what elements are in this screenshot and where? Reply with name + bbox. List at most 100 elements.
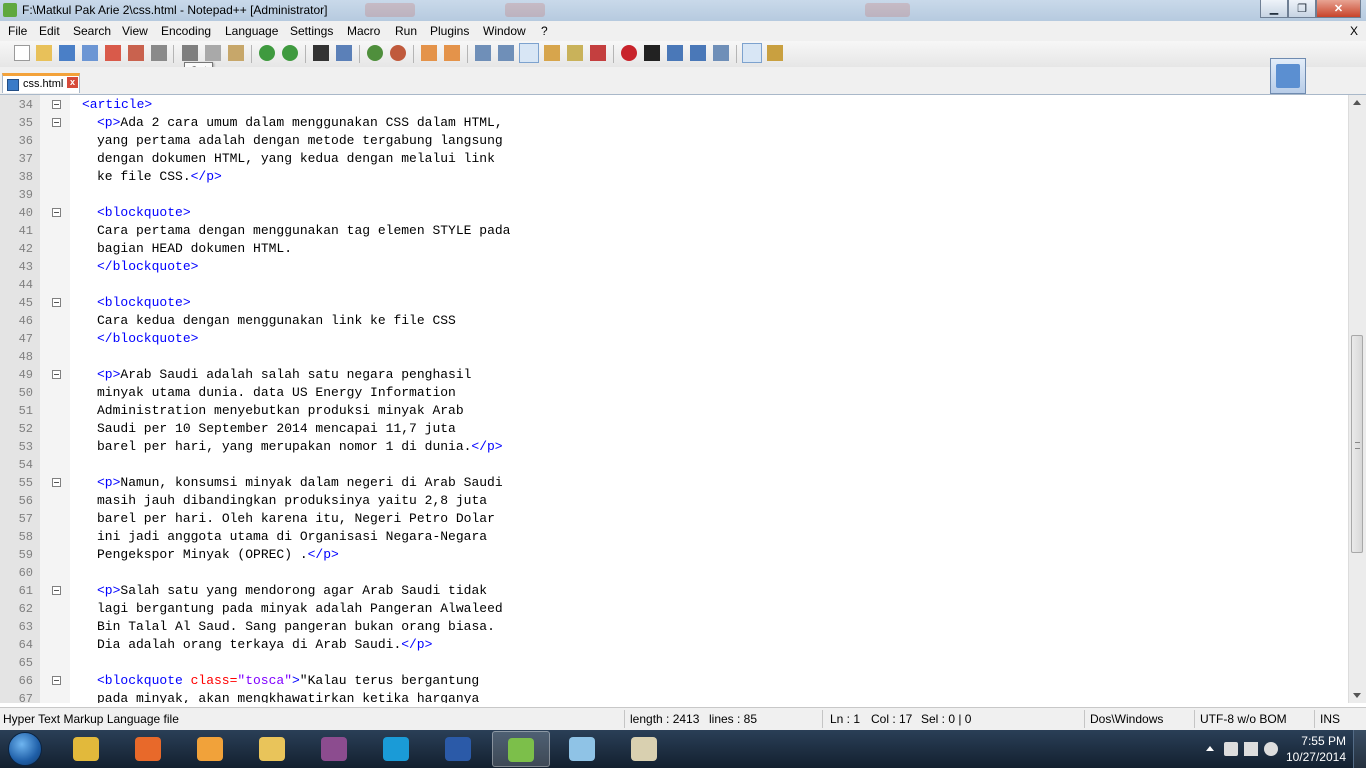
cut-icon[interactable] — [182, 45, 198, 61]
menu-edit[interactable]: Edit — [39, 24, 60, 38]
run-macro-multiple-icon[interactable] — [690, 45, 706, 61]
fold-toggle-icon[interactable] — [52, 478, 61, 487]
code-line[interactable]: 35 <p> Ada 2 cara umum dalam menggunakan C… — [0, 114, 1346, 132]
find-icon[interactable] — [313, 45, 329, 61]
new-file-icon[interactable] — [14, 45, 30, 61]
zoom-out-icon[interactable] — [390, 45, 406, 61]
maximize-button[interactable]: ❐ — [1288, 0, 1316, 18]
code-line[interactable]: 37 dengan dokumen HTML, yang kedua dengan… — [0, 150, 1346, 168]
code-line[interactable]: 60 — [0, 564, 1346, 582]
code-line[interactable]: 54 — [0, 456, 1346, 474]
print-icon[interactable] — [151, 45, 167, 61]
action-center-icon[interactable] — [1224, 742, 1238, 756]
close-file-icon[interactable] — [105, 45, 121, 61]
replace-icon[interactable] — [336, 45, 352, 61]
menu-window[interactable]: Window — [483, 24, 526, 38]
code-line[interactable]: 66 <blockquote class= "tosca" > "Kalau terus… — [0, 672, 1346, 690]
scroll-up-arrow-icon[interactable] — [1353, 100, 1361, 105]
code-line[interactable]: 39 — [0, 186, 1346, 204]
code-line[interactable]: 65 — [0, 654, 1346, 672]
clock-time[interactable]: 7:55 PM — [1301, 734, 1346, 748]
menu-file[interactable]: File — [8, 24, 27, 38]
code-line[interactable]: 53 barel per hari, yang merupakan nomor 1… — [0, 438, 1346, 456]
code-line[interactable]: 48 — [0, 348, 1346, 366]
menu-search[interactable]: Search — [73, 24, 111, 38]
code-line[interactable]: 46 Cara kedua dengan menggunakan link ke … — [0, 312, 1346, 330]
code-line[interactable]: 62 lagi bergantung pada minyak adalah Pan… — [0, 600, 1346, 618]
code-line[interactable]: 55 <p> Namun, konsumsi minyak dalam negeri… — [0, 474, 1346, 492]
stop-recording-icon[interactable] — [644, 45, 660, 61]
code-line[interactable]: 44 — [0, 276, 1346, 294]
menu-plugins[interactable]: Plugins — [430, 24, 469, 38]
fold-toggle-icon[interactable] — [52, 208, 61, 217]
fold-toggle-icon[interactable] — [52, 118, 61, 127]
code-line[interactable]: 52 Saudi per 10 September 2014 mencapai 1… — [0, 420, 1346, 438]
taskbar-app-firefox[interactable] — [120, 731, 178, 767]
code-line[interactable]: 57 barel per hari. Oleh karena itu, Neger… — [0, 510, 1346, 528]
menu-language[interactable]: Language — [225, 24, 278, 38]
code-line[interactable]: 43 </blockquote> — [0, 258, 1346, 276]
fold-toggle-icon[interactable] — [52, 100, 61, 109]
code-line[interactable]: 42 bagian HEAD dokumen HTML. — [0, 240, 1346, 258]
taskbar-app-skype[interactable] — [368, 731, 426, 767]
taskbar-app-media-player[interactable] — [182, 731, 240, 767]
record-macro-icon[interactable] — [621, 45, 637, 61]
code-line[interactable]: 34 <article> — [0, 96, 1346, 114]
code-line[interactable]: 47 </blockquote> — [0, 330, 1346, 348]
copy-icon[interactable] — [205, 45, 221, 61]
word-wrap-icon[interactable] — [475, 45, 491, 61]
save-macro-icon[interactable] — [713, 45, 729, 61]
scrollbar-thumb[interactable] — [1351, 335, 1363, 553]
menu-view[interactable]: View — [122, 24, 148, 38]
code-line[interactable]: 67 pada minyak, akan mengkhawatirkan keti… — [0, 690, 1346, 703]
fold-toggle-icon[interactable] — [52, 676, 61, 685]
show-desktop-button[interactable] — [1353, 730, 1366, 768]
code-line[interactable]: 56 masih jauh dibandingkan produksinya ya… — [0, 492, 1346, 510]
redo-icon[interactable] — [282, 45, 298, 61]
close-document-button[interactable]: X — [1350, 24, 1358, 38]
taskbar-app-chrome[interactable] — [58, 731, 116, 767]
save-all-icon[interactable] — [82, 45, 98, 61]
code-line[interactable]: 61 <p> Salah satu yang mendorong agar Arab… — [0, 582, 1346, 600]
code-line[interactable]: 58 ini jadi anggota utama di Organisasi N… — [0, 528, 1346, 546]
code-line[interactable]: 63 Bin Talal Al Saud. Sang pangeran bukan… — [0, 618, 1346, 636]
show-hidden-icons-icon[interactable] — [1206, 746, 1214, 751]
code-line[interactable]: 38 ke file CSS. </p> — [0, 168, 1346, 186]
network-icon[interactable] — [1244, 742, 1258, 756]
code-line[interactable]: 64 Dia adalah orang terkaya di Arab Saudi… — [0, 636, 1346, 654]
fold-toggle-icon[interactable] — [52, 298, 61, 307]
taskbar-app-notepad-plus-plus[interactable] — [492, 731, 550, 767]
close-button[interactable]: ✕ — [1316, 0, 1361, 18]
volume-icon[interactable] — [1264, 742, 1278, 756]
code-line[interactable]: 36 yang pertama adalah dengan metode terg… — [0, 132, 1346, 150]
code-line[interactable]: 45 <blockquote> — [0, 294, 1346, 312]
taskbar-app-notepad[interactable] — [554, 731, 612, 767]
close-tab-icon[interactable]: x — [67, 77, 78, 88]
tab-css-html[interactable]: css.html x — [2, 73, 80, 93]
code-line[interactable]: 50 minyak utama dunia. data US Energy Inf… — [0, 384, 1346, 402]
code-line[interactable]: 51 Administration menyebutkan produksi mi… — [0, 402, 1346, 420]
menu-settings[interactable]: Settings — [290, 24, 333, 38]
menu-help[interactable]: ? — [541, 24, 548, 38]
menu-run[interactable]: Run — [395, 24, 417, 38]
menu-encoding[interactable]: Encoding — [161, 24, 211, 38]
spell-check-icon[interactable] — [742, 43, 762, 63]
code-line[interactable]: 49 <p> Arab Saudi adalah salah satu negara… — [0, 366, 1346, 384]
fold-toggle-icon[interactable] — [52, 586, 61, 595]
scroll-down-arrow-icon[interactable] — [1353, 693, 1361, 698]
paste-icon[interactable] — [228, 45, 244, 61]
sync-vertical-icon[interactable] — [421, 45, 437, 61]
minimize-button[interactable]: ▁ — [1260, 0, 1288, 18]
plugin-icon[interactable] — [767, 45, 783, 61]
close-all-icon[interactable] — [128, 45, 144, 61]
code-line[interactable]: 40 <blockquote> — [0, 204, 1346, 222]
document-map-icon[interactable] — [567, 45, 583, 61]
fold-toggle-icon[interactable] — [52, 370, 61, 379]
vertical-scrollbar[interactable] — [1348, 95, 1366, 703]
function-list-icon[interactable] — [590, 45, 606, 61]
menu-macro[interactable]: Macro — [347, 24, 380, 38]
notification-download-button[interactable] — [1270, 58, 1306, 94]
code-line[interactable]: 41 Cara pertama dengan menggunakan tag el… — [0, 222, 1346, 240]
clock-date[interactable]: 10/27/2014 — [1286, 750, 1346, 764]
user-language-icon[interactable] — [544, 45, 560, 61]
